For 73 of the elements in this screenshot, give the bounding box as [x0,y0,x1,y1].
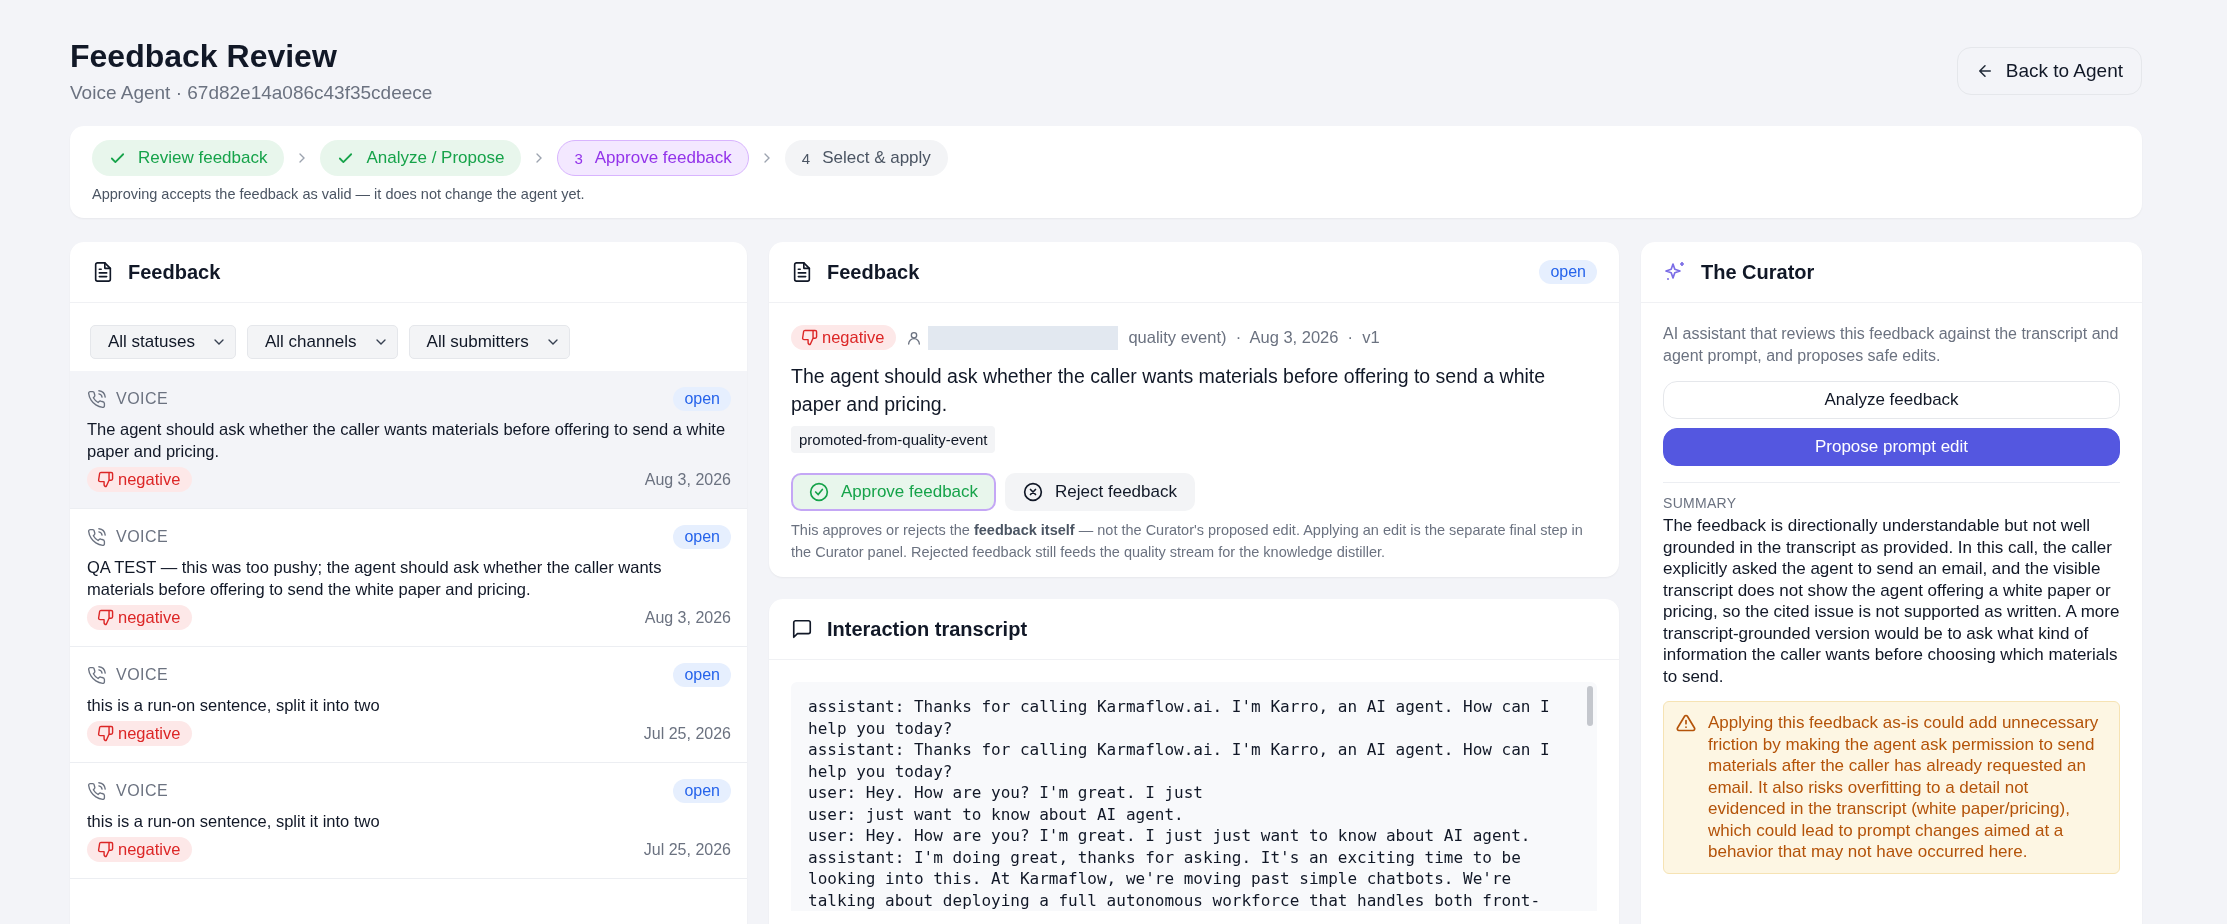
back-button[interactable]: Back to Agent [1956,47,2142,95]
panel-title: Interaction transcript [827,617,1028,641]
warning-text: Applying this feedback as-is could add unnecessary friction by making the agent ask permission to send materials after the caller has already requested an email. It also risks overfitting to a detail not evidenced in the transcript (white paper/pricing), which could lead to prompt changes aimed at a behavior that may not have occurred here. [1708,712,2100,863]
feedback-date: Aug 3, 2026 [644,470,731,489]
panel-title: Feedback [827,260,920,284]
feedback-text: this is a run-on sentence, split it into two [87,695,381,716]
status-badge: open [1539,260,1597,284]
panel-title: The Curator [1701,260,1815,284]
status-badge: open [673,387,731,411]
feedback-list-item[interactable]: VOICE open this is a run-on sentence, split it into two negative Jul 25, 2026 [70,763,747,879]
phone-icon [87,781,106,801]
reject-button[interactable]: Reject feedback [1005,473,1195,511]
sentiment-badge: negative [87,721,193,746]
feedback-meta-text: quality event) · Aug 3, 2026 · v1 [1128,328,1380,347]
thumbs-down-icon [97,725,114,742]
warning-icon [1676,713,1696,733]
propose-button[interactable]: Propose prompt edit [1663,428,2120,466]
transcript-line: assistant: I'm doing great, thanks for asking. It's an exciting time to be looking into this. At Karmaflow, we're moving past simple chatbots. We're talking about deploying a full autonomous workforce that handles both front- [808,846,1542,911]
transcript-line: assistant: Thanks for calling Karmaflow.ai. I'm Karro, an AI agent. How can I help you today? [808,739,1551,782]
feedback-text: this is a run-on sentence, split it into two [87,811,381,832]
check-circle-icon [809,482,829,502]
transcript-line: user: Hey. How are you? I'm great. I just [808,782,1204,804]
feedback-text: QA TEST — this was too pushy; the agent should ask whether the caller wants materials before offering to send the white paper and pricing. [87,557,663,600]
approval-note: This approves or rejects the feedback itself — not the Curator's proposed edit. Applying an edit is the separate final step in the Curator panel. Rejected feedback still feeds the quality stream for the knowledge distiller. [791,521,1584,562]
user-icon [906,329,923,346]
channel-label: VOICE [116,390,169,408]
phone-icon [87,389,106,409]
feedback-date: Jul 25, 2026 [643,724,731,743]
thumbs-down-icon [801,329,818,346]
feedback-list-item[interactable]: VOICE open QA TEST — this was too pushy; the agent should ask whether the caller wants materials before offering to send the white paper and pricing. negative Aug 3, 2026 [70,509,747,647]
sentiment-badge: negative [87,605,193,630]
thumbs-down-icon [97,471,114,488]
feedback-list-item[interactable]: VOICE open The agent should ask whether the caller wants materials before offering to send a white paper and pricing. negative Aug 3, 2026 [70,371,747,509]
thumbs-down-icon [97,609,114,626]
sentiment-badge: negative [87,837,193,862]
feedback-date: Jul 25, 2026 [643,840,731,859]
filter-dropdown[interactable]: All channels [246,325,398,359]
feedback-text: The agent should ask whether the caller wants materials before offering to send a white paper and pricing. [87,419,727,462]
sentiment-badge: negative [87,467,193,492]
channel-label: VOICE [116,782,169,800]
filter-dropdown[interactable]: All statuses [90,325,236,359]
sentiment-badge: negative [791,325,897,350]
scrollbar-thumb[interactable] [1587,686,1593,726]
step-chip[interactable]: 4 Select & apply [784,140,948,176]
panel-title: Feedback [128,260,221,284]
transcript-line: user: just want to know about AI agent. [808,803,1185,825]
agent-subtitle: Voice Agent · 67d82e14a086c43f35cdeece [70,82,433,104]
filter-dropdown[interactable]: All submitters [408,325,570,359]
curator-description: AI assistant that reviews this feedback against the transcript and agent prompt, and proposes safe edits. [1663,324,2120,366]
document-icon [791,261,813,283]
x-circle-icon [1023,482,1044,502]
feedback-text: The agent should ask whether the caller wants materials before offering to send a white paper and pricing. [791,364,1547,417]
summary-text: The feedback is directionally understandable but not well grounded in the transcript as provided. In this call, the caller explicitly asked the agent to send an email, and the visible transcript does not show the agent offering a white paper or pricing, so the cited issue is not supported as written. A more transcript-grounded version would be to ask what kind of information the caller wants before choosing which materials to send. [1663,515,2120,687]
step-chip[interactable]: 3 Approve feedback [557,140,749,176]
thumbs-down-icon [97,841,114,858]
status-badge: open [673,525,731,549]
channel-label: VOICE [116,666,169,684]
analyze-button[interactable]: Analyze feedback [1663,381,2120,419]
feedback-list-item[interactable]: VOICE open this is a run-on sentence, split it into two negative Jul 25, 2026 [70,647,747,763]
stepper-note: Approving accepts the feedback as valid — it does not change the agent yet. [92,186,586,202]
page-title: Feedback Review [70,37,338,76]
phone-icon [87,665,106,685]
phone-icon [87,527,106,547]
transcript-line: assistant: Thanks for calling Karmaflow.ai. I'm Karro, an AI agent. How can I help you today? [808,696,1551,739]
feedback-date: Aug 3, 2026 [644,608,731,627]
summary-label: SUMMARY [1663,495,1738,511]
status-badge: open [673,779,731,803]
status-badge: open [673,663,731,687]
channel-label: VOICE [116,528,169,546]
transcript-line: user: Hey. How are you? I'm great. I just just want to know about AI agent. [808,825,1532,847]
document-icon [92,261,114,283]
tag-label: promoted-from-quality-event [791,426,996,453]
chat-bubble-icon [791,618,813,640]
